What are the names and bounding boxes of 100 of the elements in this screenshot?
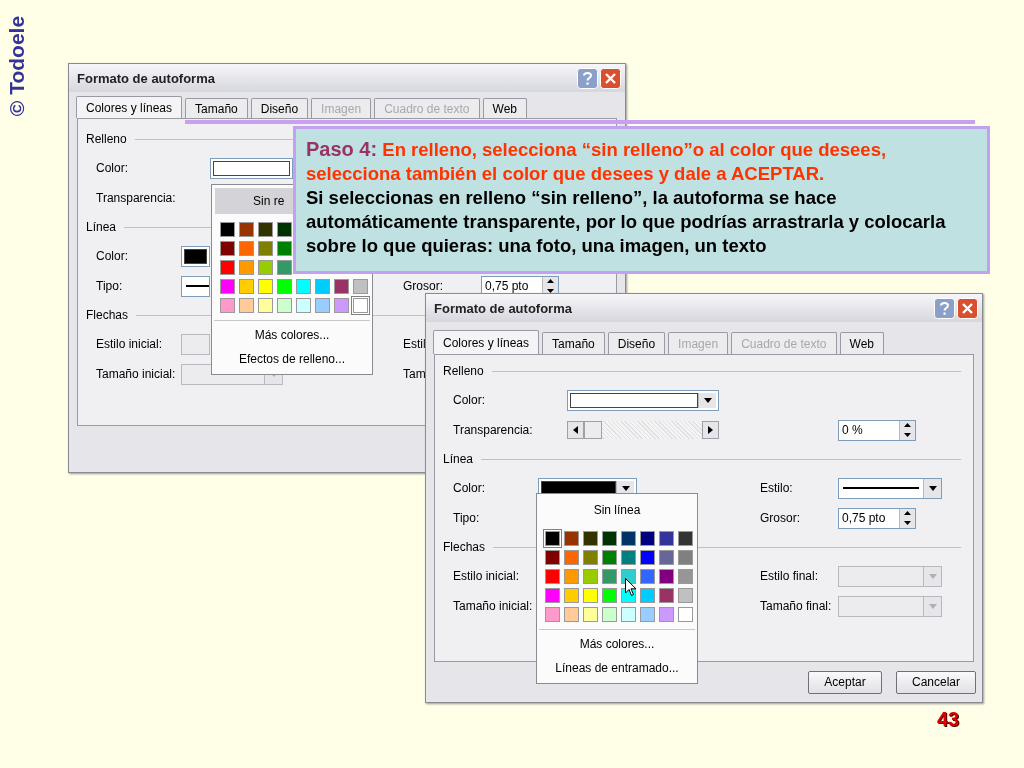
color-swatch[interactable] — [237, 239, 256, 258]
color-swatch[interactable] — [543, 548, 562, 567]
transparency-slider[interactable] — [567, 421, 719, 439]
spinner-field[interactable]: 0 % — [838, 419, 916, 441]
color-swatch[interactable] — [218, 258, 237, 277]
color-swatch[interactable] — [638, 529, 657, 548]
color-swatch[interactable] — [676, 586, 695, 605]
color-swatch[interactable] — [256, 239, 275, 258]
color-dropdown[interactable] — [181, 245, 210, 267]
color-swatch[interactable] — [218, 296, 237, 315]
color-swatch[interactable] — [313, 277, 332, 296]
color-dropdown[interactable] — [567, 389, 719, 411]
tab[interactable]: Web — [839, 332, 884, 354]
color-swatch[interactable] — [619, 529, 638, 548]
color-swatch[interactable] — [657, 567, 676, 586]
window-title: Formato de autoforma — [434, 300, 572, 316]
color-swatch[interactable] — [332, 296, 351, 315]
tab[interactable]: Tamaño — [185, 98, 248, 118]
color-swatch[interactable] — [676, 548, 695, 567]
spinner-field[interactable]: 0,75 pto — [838, 507, 916, 529]
color-swatch[interactable] — [543, 605, 562, 624]
color-swatch[interactable] — [275, 239, 294, 258]
color-swatch[interactable] — [581, 529, 600, 548]
no-color-option[interactable]: Sin re — [215, 188, 293, 214]
color-swatch[interactable] — [237, 220, 256, 239]
color-swatch[interactable] — [562, 567, 581, 586]
color-swatch[interactable] — [657, 548, 676, 567]
color-swatch[interactable] — [581, 548, 600, 567]
dialog-button[interactable]: Cancelar — [896, 670, 976, 694]
field-label: Tamaño final: — [760, 599, 832, 613]
tab[interactable]: Diseño — [250, 98, 309, 118]
tab[interactable]: Colores y líneas — [433, 330, 540, 354]
color-swatch[interactable] — [275, 220, 294, 239]
color-swatch[interactable] — [638, 586, 657, 605]
color-swatch[interactable] — [676, 529, 695, 548]
color-swatch[interactable] — [562, 605, 581, 624]
line-style-dropdown[interactable] — [838, 477, 942, 499]
color-swatch[interactable] — [218, 220, 237, 239]
color-swatch[interactable] — [676, 605, 695, 624]
dialog-button[interactable]: Aceptar — [808, 670, 882, 694]
close-icon[interactable] — [600, 67, 621, 89]
color-swatch[interactable] — [619, 605, 638, 624]
color-dropdown[interactable] — [210, 157, 293, 179]
color-swatch[interactable] — [657, 529, 676, 548]
color-swatch[interactable] — [676, 567, 695, 586]
color-swatch[interactable] — [657, 605, 676, 624]
menu-item[interactable]: Más colores... — [212, 323, 372, 347]
color-swatch[interactable] — [332, 277, 351, 296]
tab[interactable]: Diseño — [607, 332, 666, 354]
menu-item[interactable]: Efectos de relleno... — [212, 347, 372, 371]
no-color-option[interactable]: Sin línea — [540, 497, 694, 523]
section-title: Relleno — [86, 132, 127, 146]
color-swatch[interactable] — [600, 529, 619, 548]
color-swatch[interactable] — [600, 567, 619, 586]
menu-item[interactable]: Líneas de entramado... — [537, 656, 697, 680]
color-swatch[interactable] — [218, 277, 237, 296]
color-swatch[interactable] — [275, 296, 294, 315]
color-swatch[interactable] — [237, 258, 256, 277]
color-swatch[interactable] — [313, 296, 332, 315]
color-swatch[interactable] — [638, 567, 657, 586]
field-label: Color: — [453, 481, 485, 495]
color-swatch[interactable] — [256, 258, 275, 277]
color-swatch[interactable] — [275, 258, 294, 277]
color-swatch[interactable] — [256, 277, 275, 296]
color-swatch[interactable] — [600, 605, 619, 624]
color-swatch[interactable] — [600, 586, 619, 605]
color-swatch[interactable] — [619, 548, 638, 567]
tab[interactable]: Colores y líneas — [76, 96, 183, 118]
color-swatch[interactable] — [237, 277, 256, 296]
color-swatch[interactable] — [581, 567, 600, 586]
color-swatch[interactable] — [294, 296, 313, 315]
close-icon[interactable] — [957, 297, 978, 319]
color-swatch[interactable] — [562, 548, 581, 567]
color-swatch[interactable] — [638, 548, 657, 567]
color-swatch[interactable] — [543, 567, 562, 586]
color-swatch[interactable] — [256, 296, 275, 315]
color-swatch[interactable] — [581, 586, 600, 605]
color-swatch[interactable] — [351, 277, 370, 296]
tab[interactable]: Web — [482, 98, 527, 118]
help-icon[interactable] — [934, 297, 955, 319]
menu-item[interactable]: Más colores... — [537, 632, 697, 656]
color-swatch[interactable] — [275, 277, 294, 296]
left-arrow-icon — [573, 426, 578, 434]
tab[interactable]: Tamaño — [542, 332, 605, 354]
color-swatch[interactable] — [256, 220, 275, 239]
color-swatch[interactable] — [351, 296, 370, 315]
color-swatch[interactable] — [562, 586, 581, 605]
color-swatch[interactable] — [638, 605, 657, 624]
color-swatch[interactable] — [294, 277, 313, 296]
color-swatch[interactable] — [218, 239, 237, 258]
color-swatch[interactable] — [237, 296, 256, 315]
color-swatch[interactable] — [543, 586, 562, 605]
color-swatch[interactable] — [619, 567, 638, 586]
color-swatch[interactable] — [600, 548, 619, 567]
line-style-dropdown[interactable] — [181, 275, 210, 297]
color-swatch[interactable] — [657, 586, 676, 605]
color-swatch[interactable] — [581, 605, 600, 624]
color-swatch[interactable] — [543, 529, 562, 548]
help-icon[interactable] — [577, 67, 598, 89]
color-swatch[interactable] — [562, 529, 581, 548]
